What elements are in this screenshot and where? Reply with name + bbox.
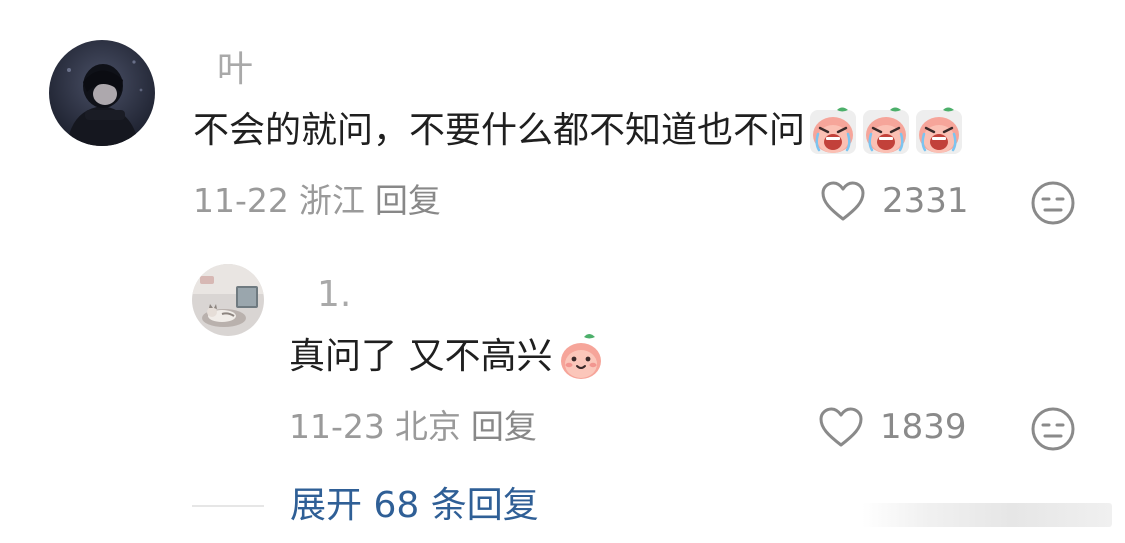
avatar-cat-photo-icon [192,264,264,336]
comment-username[interactable]: 叶 [217,52,253,88]
expand-replies-row: 展开 68 条回复 [192,488,539,524]
meh-face-icon [1031,407,1075,451]
comment-date: 11-22 [193,181,289,220]
watermark [862,503,1112,527]
smiling-peach-emoji-icon [556,332,606,382]
comment-text: 不会的就问，不要什么都不知道也不问 [193,110,806,151]
meh-face-icon [1031,181,1075,225]
crying-peach-emoji-icon [861,106,911,156]
reply-location: 北京 [394,407,461,446]
reply-date: 11-23 [289,407,385,446]
reply-username[interactable]: 1. [317,277,351,313]
reply-avatar[interactable] [192,264,264,336]
comment-text-row: 不会的就问，不要什么都不知道也不问 [193,106,964,156]
comment-meta: 11-22 浙江 回复 [193,184,441,217]
comment-like-button[interactable]: 2331 [820,180,969,222]
reply-text: 真问了 又不高兴 [289,336,553,377]
expand-replies-button[interactable]: 展开 68 条回复 [290,488,539,524]
reply-like-button[interactable]: 1839 [818,406,967,448]
comment-location: 浙江 [298,181,365,220]
crying-peach-emoji-icon [808,106,858,156]
heart-outline-icon [821,181,865,221]
reply-dislike-button[interactable] [1030,406,1076,456]
comment-dislike-button[interactable] [1030,180,1076,230]
comment-like-count: 2331 [882,181,969,221]
comment-avatar[interactable] [49,40,155,146]
heart-outline-icon [819,407,863,447]
reply-meta: 11-23 北京 回复 [289,410,537,443]
crying-peach-emoji-icon [914,106,964,156]
expand-divider [192,505,264,507]
reply-like-count: 1839 [880,407,967,447]
comment-reply-button[interactable]: 回复 [375,184,441,217]
reply-text-row: 真问了 又不高兴 [289,332,606,382]
avatar-dark-anime-icon [49,40,155,146]
reply-reply-button[interactable]: 回复 [471,410,537,443]
